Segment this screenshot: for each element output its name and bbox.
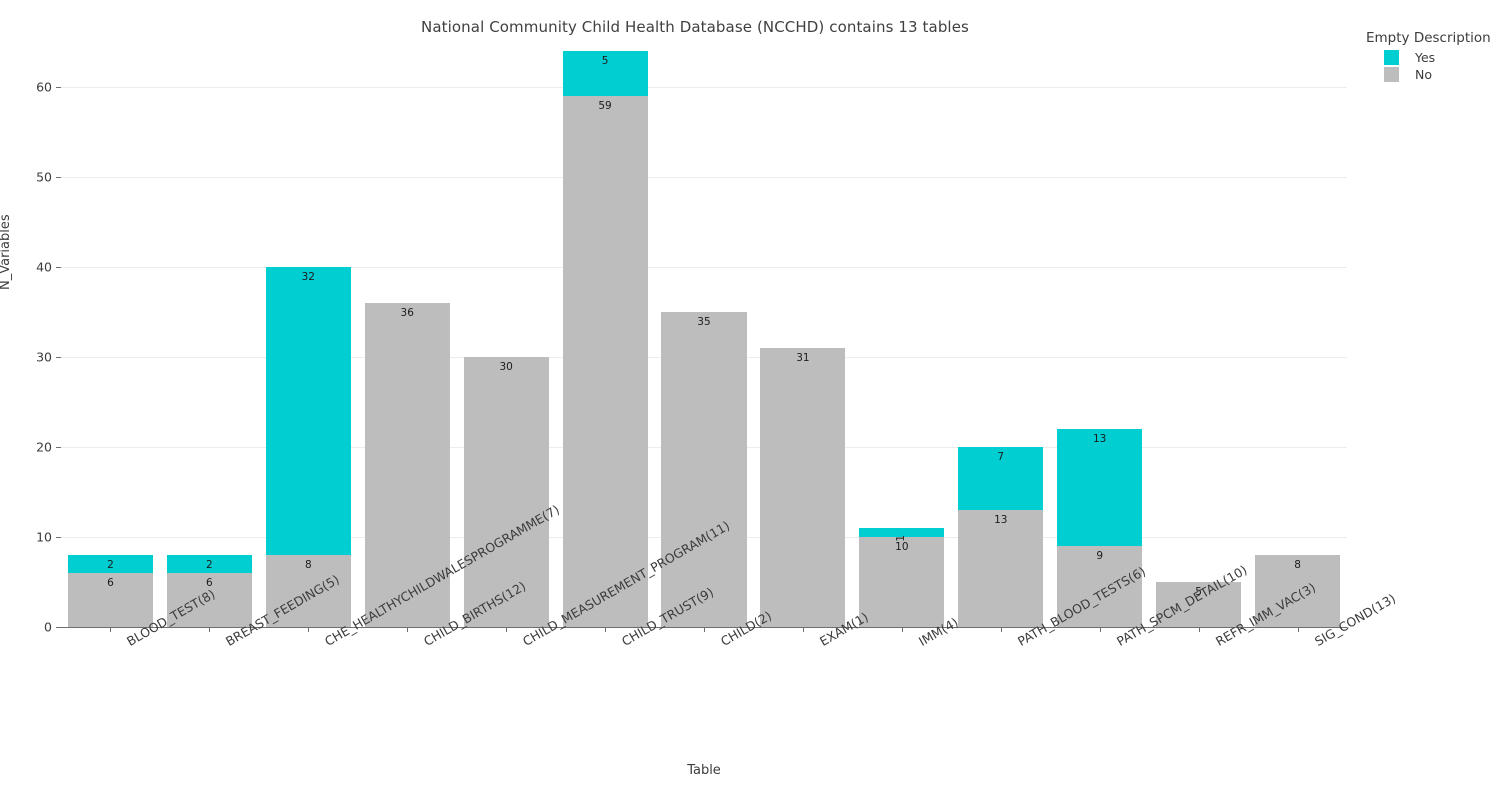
y-tick-label: 0 bbox=[44, 619, 52, 635]
chart-figure: National Community Child Health Database… bbox=[0, 0, 1512, 797]
x-tick-mark bbox=[506, 627, 508, 632]
bar-segment-value: 59 bbox=[598, 100, 612, 112]
bar-segment-no[interactable]: 31 bbox=[760, 348, 846, 627]
y-axis-title: N_Variables bbox=[0, 214, 13, 290]
bar-segment-value: 5 bbox=[601, 55, 609, 67]
bar-group[interactable]: 30 bbox=[463, 42, 549, 627]
y-tick-label: 10 bbox=[36, 529, 52, 545]
x-tick-mark bbox=[308, 627, 310, 632]
bar-group[interactable]: 5 bbox=[1156, 42, 1242, 627]
bar-segment-no[interactable]: 6 bbox=[166, 573, 252, 627]
plot-area: 6 2 6 2 8 32 36 30 59 5 35 31 10 1 13 7 9 13 5 8 bbox=[61, 42, 1347, 627]
bar-group[interactable]: 59 5 bbox=[562, 42, 648, 627]
bar-segment-no[interactable]: 8 bbox=[265, 555, 351, 627]
y-tick-label: 40 bbox=[36, 259, 52, 275]
bar-segment-value: 6 bbox=[206, 577, 213, 589]
bar-segment-value: 2 bbox=[206, 559, 213, 571]
legend-swatch-no bbox=[1384, 67, 1399, 82]
bar-segment-yes[interactable]: 1 bbox=[859, 528, 945, 542]
x-tick-mark bbox=[1297, 627, 1299, 632]
y-tick-label: 30 bbox=[36, 349, 52, 365]
bar-segment-yes[interactable]: 5 bbox=[562, 51, 648, 96]
bar-segment-value: 32 bbox=[301, 271, 315, 283]
bar-segment-no[interactable]: 9 bbox=[1057, 546, 1143, 627]
bar-group[interactable]: 31 bbox=[760, 42, 846, 627]
legend-entries: Yes No bbox=[1366, 49, 1512, 83]
bar-group[interactable]: 62 bbox=[166, 42, 252, 627]
legend-swatch-yes bbox=[1384, 50, 1399, 65]
x-tick-mark bbox=[1000, 627, 1002, 632]
x-tick-mark bbox=[407, 627, 409, 632]
bar-segment-no[interactable]: 5 bbox=[1156, 582, 1242, 627]
x-tick-mark bbox=[802, 627, 804, 632]
chart-legend: Empty Description Yes No bbox=[1366, 30, 1512, 83]
bar-group[interactable]: 9 13 bbox=[1057, 42, 1143, 627]
bar-segment-yes[interactable]: 7 bbox=[958, 447, 1044, 510]
bar-segment-no[interactable]: 35 bbox=[661, 312, 747, 627]
bar-segment-value: 13 bbox=[994, 514, 1008, 526]
y-tick-label: 50 bbox=[36, 169, 52, 185]
bar-segment-value: 8 bbox=[304, 559, 312, 571]
y-tick-label: 20 bbox=[36, 439, 52, 455]
x-tick-mark bbox=[605, 627, 607, 632]
legend-label: No bbox=[1415, 67, 1432, 82]
bar-segment-value: 9 bbox=[1096, 550, 1104, 562]
bar-segment-value: 1 bbox=[895, 534, 908, 542]
bar-segment-no[interactable]: 59 bbox=[562, 96, 648, 627]
x-tick-mark bbox=[110, 627, 112, 632]
bar-segment-value: 35 bbox=[697, 316, 711, 328]
bar-segment-no[interactable]: 8 bbox=[1255, 555, 1341, 627]
bar-segment-value: 30 bbox=[499, 361, 513, 373]
bar-segment-no[interactable]: 10 bbox=[859, 537, 945, 627]
bar-segment-no[interactable]: 30 bbox=[463, 357, 549, 627]
x-tick-mark bbox=[1198, 627, 1200, 632]
bar-segment-yes[interactable]: 32 bbox=[265, 267, 351, 555]
legend-title: Empty Description bbox=[1366, 30, 1491, 46]
x-tick-mark bbox=[901, 627, 903, 632]
x-tick-mark bbox=[209, 627, 211, 632]
legend-entry-no[interactable]: No bbox=[1384, 66, 1512, 83]
bar-group[interactable]: 8 bbox=[1255, 42, 1341, 627]
bar-group[interactable]: 10 1 bbox=[859, 42, 945, 627]
x-axis-title: Table bbox=[687, 763, 721, 778]
bar-segment-no[interactable]: 6 bbox=[67, 573, 153, 627]
bar-segment-value: 8 bbox=[1294, 559, 1301, 571]
bar-segment-value: 31 bbox=[796, 352, 810, 364]
bar-segment-no[interactable]: 13 bbox=[958, 510, 1044, 627]
bar-group[interactable]: 13 7 bbox=[958, 42, 1044, 627]
bar-segment-yes[interactable]: 2 bbox=[67, 555, 153, 573]
bar-segment-value: 13 bbox=[1092, 433, 1107, 445]
legend-entry-yes[interactable]: Yes bbox=[1384, 49, 1512, 66]
bar-group[interactable]: 62 bbox=[67, 42, 153, 627]
y-axis-ticks: 0 10 20 30 40 50 60 bbox=[0, 42, 61, 635]
chart-title: National Community Child Health Database… bbox=[421, 18, 969, 36]
x-tick-mark bbox=[704, 627, 705, 632]
bar-segment-value: 5 bbox=[1195, 586, 1202, 598]
x-tick-mark bbox=[1099, 627, 1101, 632]
bar-segment-value: 2 bbox=[107, 559, 114, 571]
bar-group[interactable]: 36 bbox=[364, 42, 450, 627]
bar-segment-yes[interactable]: 13 bbox=[1057, 429, 1143, 546]
bar-segment-value: 36 bbox=[400, 307, 414, 319]
legend-label: Yes bbox=[1415, 50, 1436, 65]
bar-segment-yes[interactable]: 2 bbox=[166, 555, 252, 573]
bar-segment-value: 6 bbox=[107, 577, 114, 589]
bar-segment-no[interactable]: 36 bbox=[364, 303, 450, 627]
bar-segment-value: 7 bbox=[997, 451, 1005, 463]
y-tick-label: 60 bbox=[36, 79, 52, 95]
bar-group[interactable]: 35 bbox=[661, 42, 747, 627]
bar-group[interactable]: 8 32 bbox=[265, 42, 351, 627]
